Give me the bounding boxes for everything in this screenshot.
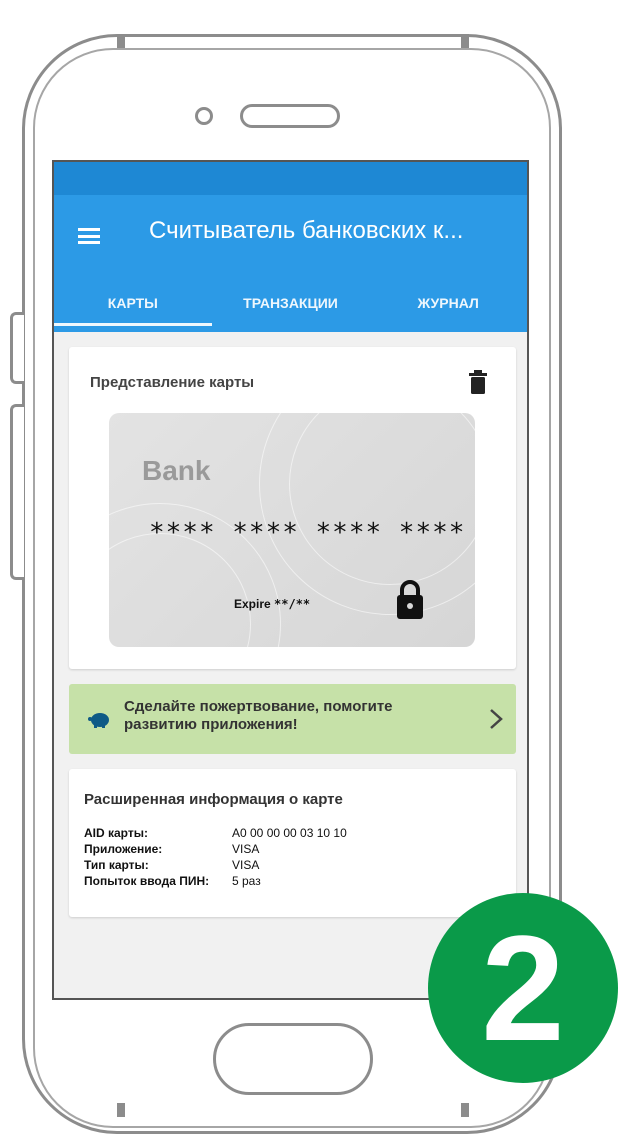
frame-notch [461, 34, 469, 48]
frame-notch [117, 34, 125, 48]
expire-label: Expire **/** [234, 597, 310, 611]
piggy-bank-icon [88, 713, 109, 728]
phone-screen: Считыватель банковских к... КАРТЫ ТРАНЗА… [52, 160, 529, 1000]
status-bar [54, 162, 527, 195]
tab-transactions[interactable]: ТРАНЗАКЦИИ [212, 288, 370, 326]
bank-card: Bank **** **** **** **** Expire **/** [109, 413, 475, 647]
camera [195, 107, 213, 125]
donate-banner[interactable]: Сделайте пожертвование, помогите развити… [69, 684, 516, 754]
frame-notch [461, 1103, 469, 1117]
bank-name: Bank [142, 455, 211, 486]
app-bar: Считыватель банковских к... КАРТЫ ТРАНЗА… [54, 195, 527, 332]
hamburger-menu-icon[interactable] [78, 228, 100, 244]
info-value: VISA [232, 842, 260, 856]
power-button [10, 404, 24, 580]
info-value: VISA [232, 858, 260, 872]
info-value: 5 раз [232, 874, 261, 888]
info-value: A0 00 00 00 03 10 10 [232, 826, 347, 840]
expire-caption: Expire [234, 597, 271, 611]
info-key: Попыток ввода ПИН: [84, 874, 210, 888]
step-badge: 2 [428, 893, 618, 1083]
chevron-right-icon[interactable] [489, 708, 503, 730]
lock-icon [397, 580, 423, 619]
expire-value: **/** [274, 597, 311, 611]
info-row: Тип карты: VISA [84, 857, 347, 873]
tab-bar: КАРТЫ ТРАНЗАКЦИИ ЖУРНАЛ [54, 288, 527, 326]
trash-icon[interactable] [469, 370, 487, 394]
home-button[interactable] [213, 1023, 373, 1095]
info-key: Тип карты: [84, 858, 149, 872]
card-number: **** **** **** **** [149, 518, 466, 548]
info-row: Приложение: VISA [84, 841, 347, 857]
tab-log[interactable]: ЖУРНАЛ [369, 288, 527, 326]
app-title: Считыватель банковских к... [149, 217, 464, 244]
extended-info-title: Расширенная информация о карте [84, 791, 343, 808]
info-key: AID карты: [84, 826, 148, 840]
card-view-panel: Представление карты Bank **** **** **** … [69, 347, 516, 669]
donate-text: Сделайте пожертвование, помогите развити… [124, 698, 393, 733]
extended-info-list: AID карты: A0 00 00 00 03 10 10 Приложен… [84, 825, 347, 889]
volume-button [10, 312, 24, 384]
speaker [240, 104, 340, 128]
info-row: AID карты: A0 00 00 00 03 10 10 [84, 825, 347, 841]
frame-notch [117, 1103, 125, 1117]
tab-cards[interactable]: КАРТЫ [54, 288, 212, 326]
card-view-title: Представление карты [90, 374, 255, 391]
info-row: Попыток ввода ПИН: 5 раз [84, 873, 347, 889]
extended-info-panel: Расширенная информация о карте AID карты… [69, 769, 516, 917]
info-key: Приложение: [84, 842, 163, 856]
